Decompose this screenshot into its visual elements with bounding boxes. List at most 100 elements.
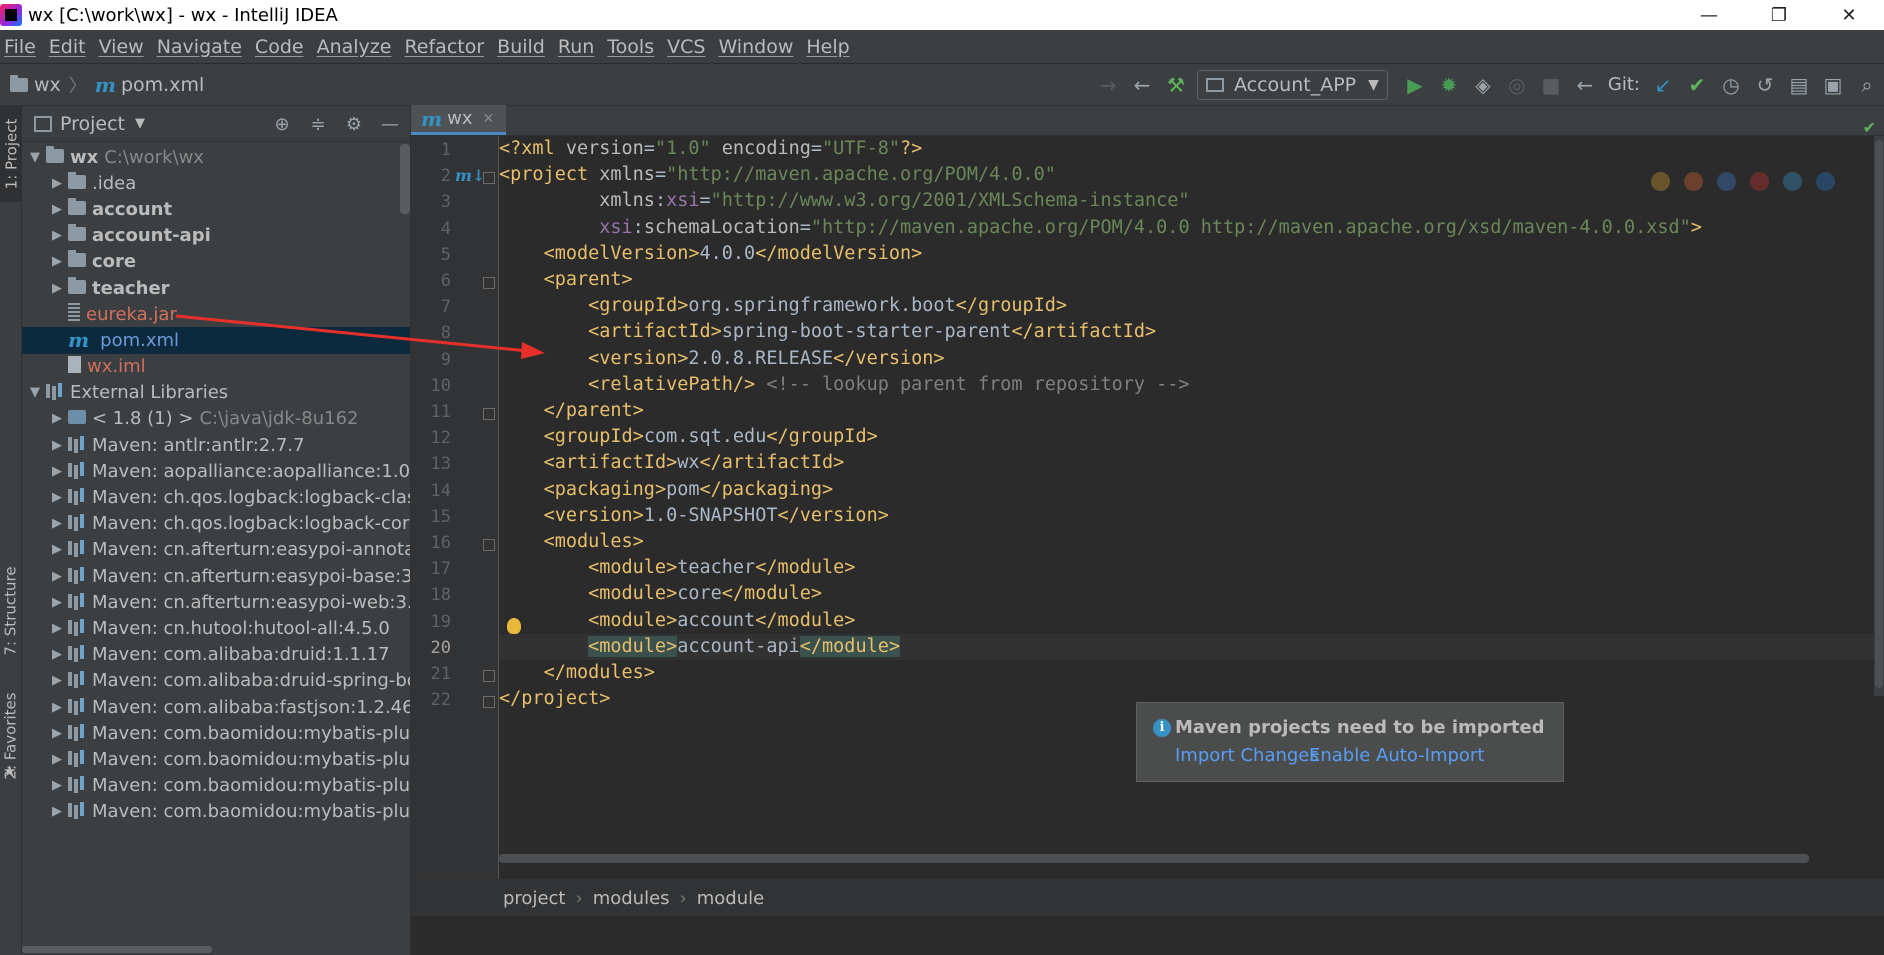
project-horizontal-scrollbar[interactable]: [22, 946, 212, 953]
tree-item-lib[interactable]: ▶ Maven: com.baomidou:mybatis-plus:3.0.7.…: [22, 720, 410, 746]
line-number[interactable]: 9: [411, 350, 451, 370]
tree-item-lib[interactable]: ▶ Maven: cn.afterturn:easypoi-base:3.2.0: [22, 563, 410, 589]
collapsed-arrow-icon[interactable]: ▶: [48, 726, 66, 741]
tree-item-lib[interactable]: ▶ Maven: ch.qos.logback:logback-core:1.2.…: [22, 511, 410, 537]
terminal-icon[interactable]: ▣: [1816, 68, 1850, 102]
line-number[interactable]: 1: [411, 140, 451, 160]
collapsed-arrow-icon[interactable]: ▶: [48, 542, 66, 557]
run-configuration-select[interactable]: Account_APP ▼: [1197, 69, 1388, 100]
chrome-icon[interactable]: [1651, 172, 1670, 191]
line-number[interactable]: 8: [411, 323, 451, 343]
line-number[interactable]: 19: [411, 612, 451, 632]
enable-auto-import-link[interactable]: Enable Auto-Import: [1309, 745, 1484, 766]
search-everywhere-icon[interactable]: ⌕: [1850, 68, 1884, 102]
menu-view[interactable]: View: [95, 36, 153, 58]
tree-item-jdk[interactable]: ▶ < 1.8 (1) > C:\java\jdk-8u162: [22, 406, 410, 432]
tree-item-lib[interactable]: ▶ Maven: cn.afterturn:easypoi-web:3.2.0: [22, 589, 410, 615]
chevron-down-icon[interactable]: ▼: [135, 116, 145, 131]
collapsed-arrow-icon[interactable]: ▶: [48, 595, 66, 610]
tree-item-module-root[interactable]: ▼ wx C:\work\wx: [22, 144, 410, 170]
project-view-select[interactable]: Project: [60, 113, 125, 135]
back-arrow-icon[interactable]: ←: [1125, 68, 1159, 102]
tree-item-lib[interactable]: ▶ Maven: com.alibaba:druid:1.1.17: [22, 642, 410, 668]
debug-bug-icon[interactable]: ✹: [1432, 68, 1466, 102]
structure-tool-tab[interactable]: 7: Structure: [0, 556, 22, 666]
breadcrumb-project-tag[interactable]: project: [503, 888, 565, 909]
menu-help[interactable]: Help: [802, 36, 858, 58]
tree-item-libs[interactable]: ▼ External Libraries: [22, 380, 410, 406]
ie-icon[interactable]: [1783, 172, 1802, 191]
tree-item-lib[interactable]: ▶ Maven: com.alibaba:fastjson:1.2.46: [22, 694, 410, 720]
line-number[interactable]: 22: [411, 690, 451, 710]
line-number[interactable]: 10: [411, 376, 451, 396]
build-hammer-icon[interactable]: ⚒: [1159, 68, 1193, 102]
project-structure-icon[interactable]: ▤: [1782, 68, 1816, 102]
line-number[interactable]: 21: [411, 664, 451, 684]
fold-marker-icon[interactable]: [483, 539, 495, 551]
menu-window[interactable]: Window: [714, 36, 802, 58]
line-number[interactable]: 14: [411, 481, 451, 501]
project-tool-tab[interactable]: 1: Project: [0, 106, 22, 202]
collapsed-arrow-icon[interactable]: ▶: [48, 438, 66, 453]
profile-icon[interactable]: ◎: [1500, 68, 1534, 102]
line-number[interactable]: 13: [411, 454, 451, 474]
tree-item-module[interactable]: ▶ account: [22, 196, 410, 222]
menu-code[interactable]: Code: [251, 36, 313, 58]
menu-build[interactable]: Build: [493, 36, 554, 58]
line-number[interactable]: 2: [411, 166, 451, 186]
expanded-arrow-icon[interactable]: ▼: [26, 385, 44, 400]
edge-icon[interactable]: [1816, 172, 1835, 191]
editor-vertical-scrollbar[interactable]: [1874, 136, 1884, 696]
line-number[interactable]: 5: [411, 245, 451, 265]
collapse-all-icon[interactable]: ≑: [304, 112, 332, 136]
line-number[interactable]: 12: [411, 428, 451, 448]
collapsed-arrow-icon[interactable]: ▶: [48, 778, 66, 793]
import-changes-link[interactable]: Import Changes: [1175, 745, 1319, 766]
menu-analyze[interactable]: Analyze: [313, 36, 401, 58]
line-number[interactable]: 3: [411, 192, 451, 212]
line-number[interactable]: 15: [411, 507, 451, 527]
minimize-button[interactable]: —: [1674, 0, 1744, 30]
tree-item-module[interactable]: ▶ teacher: [22, 275, 410, 301]
line-number[interactable]: 20: [411, 638, 451, 658]
gear-icon[interactable]: ⚙: [340, 112, 368, 136]
collapsed-arrow-icon[interactable]: ▶: [48, 464, 66, 479]
git-revert-icon[interactable]: ↺: [1748, 68, 1782, 102]
intention-bulb-icon[interactable]: [507, 618, 521, 634]
editor-tab-wx[interactable]: m wx ✕: [411, 105, 507, 135]
collapsed-arrow-icon[interactable]: ▶: [48, 647, 66, 662]
collapsed-arrow-icon[interactable]: ▶: [48, 228, 66, 243]
fold-marker-icon[interactable]: [483, 670, 495, 682]
menu-run[interactable]: Run: [554, 36, 603, 58]
opera-icon[interactable]: [1750, 172, 1769, 191]
tree-item-maven[interactable]: m pom.xml: [22, 327, 410, 354]
collapsed-arrow-icon[interactable]: ▶: [48, 202, 66, 217]
breadcrumb-modules-tag[interactable]: modules: [593, 888, 670, 909]
collapsed-arrow-icon[interactable]: ▶: [48, 411, 66, 426]
editor-horizontal-scrollbar[interactable]: [499, 854, 1809, 863]
tree-item-lib[interactable]: ▶ Maven: com.baomidou:mybatis-plus-boot-s…: [22, 773, 410, 799]
run-icon[interactable]: ▶: [1398, 68, 1432, 102]
breadcrumb-module-tag[interactable]: module: [697, 888, 764, 909]
tree-item-lib[interactable]: ▶ Maven: com.baomidou:mybatis-plus-core:3: [22, 799, 410, 825]
line-number[interactable]: 4: [411, 219, 451, 239]
git-update-icon[interactable]: ↙: [1646, 68, 1680, 102]
fold-marker-icon[interactable]: [483, 408, 495, 420]
tree-item-lib[interactable]: ▶ Maven: com.baomidou:mybatis-plus-annota…: [22, 746, 410, 772]
collapsed-arrow-icon[interactable]: ▶: [48, 490, 66, 505]
tree-item-lib[interactable]: ▶ Maven: com.alibaba:druid-spring-boot-st…: [22, 668, 410, 694]
menu-tools[interactable]: Tools: [603, 36, 663, 58]
firefox-icon[interactable]: [1684, 172, 1703, 191]
project-vertical-scrollbar[interactable]: [400, 144, 410, 214]
hide-panel-icon[interactable]: —: [376, 112, 404, 136]
collapsed-arrow-icon[interactable]: ▶: [48, 752, 66, 767]
git-commit-check-icon[interactable]: ✔: [1680, 68, 1714, 102]
coverage-icon[interactable]: ◈: [1466, 68, 1500, 102]
collapsed-arrow-icon[interactable]: ▶: [48, 516, 66, 531]
tree-item-lib[interactable]: ▶ Maven: cn.afterturn:easypoi-annotation:…: [22, 537, 410, 563]
git-history-clock-icon[interactable]: ◷: [1714, 68, 1748, 102]
close-icon[interactable]: ✕: [483, 111, 495, 127]
collapsed-arrow-icon[interactable]: ▶: [48, 254, 66, 269]
safari-icon[interactable]: [1717, 172, 1736, 191]
expanded-arrow-icon[interactable]: ▼: [26, 150, 44, 165]
